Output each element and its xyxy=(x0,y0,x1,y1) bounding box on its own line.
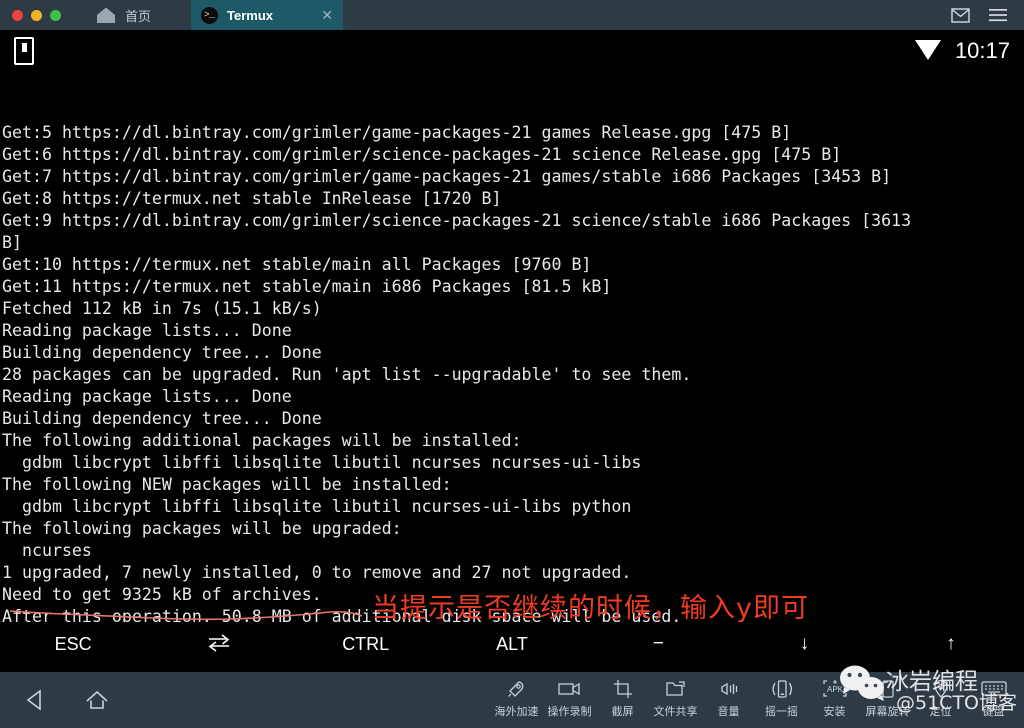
folder-share-icon xyxy=(665,678,687,700)
home-outline-icon[interactable] xyxy=(84,687,110,713)
terminal-line: Get:5 https://dl.bintray.com/grimler/gam… xyxy=(2,123,792,142)
terminal-line: 28 packages can be upgraded. Run 'apt li… xyxy=(2,365,692,384)
terminal-output[interactable]: Get:5 https://dl.bintray.com/grimler/gam… xyxy=(0,74,1024,622)
terminal-line: Get:7 https://dl.bintray.com/grimler/gam… xyxy=(2,167,892,186)
tool-label: 截屏 xyxy=(611,704,634,718)
video-camera-icon xyxy=(557,678,582,700)
tool-label: 键盘 xyxy=(982,704,1005,718)
tab-title: Termux xyxy=(227,7,274,23)
tool-record[interactable]: 操作录制 xyxy=(543,678,596,723)
tool-label: 文件共享 xyxy=(653,704,698,718)
shake-phone-icon xyxy=(770,678,794,700)
bottom-toolbar: 海外加速 操作录制 截屏 文件共享 音量 摇一摇 APK 安装 屏幕旋转 定位 … xyxy=(0,672,1024,728)
android-emulator-window: 首页 >_ Termux ✕ 10:17 Get:5 https://dl.bi… xyxy=(0,0,1024,728)
window-controls xyxy=(950,5,1024,25)
crop-screenshot-icon xyxy=(613,678,633,700)
close-window-button[interactable] xyxy=(12,9,23,21)
svg-text:APK: APK xyxy=(826,685,843,694)
terminal-line: 1 upgraded, 7 newly installed, 0 to remo… xyxy=(2,563,632,582)
tool-label: 操作录制 xyxy=(547,704,592,718)
extra-key-ctrl[interactable]: CTRL xyxy=(293,634,439,655)
tab-termux[interactable]: >_ Termux ✕ xyxy=(191,0,344,30)
terminal-line: Reading package lists... Done xyxy=(2,387,292,406)
mail-icon[interactable] xyxy=(950,5,970,25)
wifi-signal-icon xyxy=(913,36,943,67)
terminal-line: Get:8 https://termux.net stable InReleas… xyxy=(2,189,502,208)
tool-label: 海外加速 xyxy=(494,704,539,718)
tool-label: 摇一摇 xyxy=(765,704,798,718)
android-status-bar: 10:17 xyxy=(0,30,1024,72)
home-tab-label: 首页 xyxy=(125,8,152,24)
terminal-extra-keys-row: ESC CTRL ALT − ↓ ↑ xyxy=(0,622,1024,666)
tool-install-apk[interactable]: APK 安装 xyxy=(808,678,861,723)
extra-key-minus[interactable]: − xyxy=(585,633,731,655)
tool-label: 定位 xyxy=(929,704,952,718)
terminal-line: The following additional packages will b… xyxy=(2,431,522,450)
terminal-line: Reading package lists... Done xyxy=(2,321,292,340)
terminal-line: The following packages will be upgraded: xyxy=(2,519,402,538)
terminal-line: Get:10 https://termux.net stable/main al… xyxy=(2,255,592,274)
tool-screenshot[interactable]: 截屏 xyxy=(596,678,649,723)
termux-icon: >_ xyxy=(201,6,219,24)
speaker-volume-icon xyxy=(718,678,740,700)
minimize-window-button[interactable] xyxy=(31,9,42,21)
tool-label: 屏幕旋转 xyxy=(865,704,910,718)
emulator-tool-group: 海外加速 操作录制 截屏 文件共享 音量 摇一摇 APK 安装 屏幕旋转 定位 … xyxy=(490,678,1024,723)
traffic-lights xyxy=(0,9,61,21)
keyboard-icon xyxy=(980,678,1007,700)
extra-key-arrow-up[interactable]: ↑ xyxy=(878,633,1024,655)
terminal-line: gdbm libcrypt libffi libsqlite libutil n… xyxy=(2,497,632,516)
extra-key-alt[interactable]: ALT xyxy=(439,634,585,655)
apk-install-icon: APK xyxy=(822,678,848,700)
tool-volume[interactable]: 音量 xyxy=(702,678,755,723)
status-bar-right: 10:17 xyxy=(913,36,1010,67)
terminal-line: Building dependency tree... Done xyxy=(2,409,322,428)
android-nav-buttons xyxy=(0,687,110,713)
tool-overseas-accel[interactable]: 海外加速 xyxy=(490,678,543,723)
close-icon[interactable]: ✕ xyxy=(321,8,333,22)
tool-screen-rotate[interactable]: 屏幕旋转 xyxy=(861,678,914,723)
annotation-text: 当提示是否继续的时候，输入y即可 xyxy=(372,593,809,624)
terminal-line: The following NEW packages will be insta… xyxy=(2,475,452,494)
rocket-icon xyxy=(506,678,527,700)
terminal-line: B] xyxy=(2,233,22,252)
tool-label: 音量 xyxy=(717,704,740,718)
home-tab[interactable]: 首页 xyxy=(95,6,151,25)
status-clock: 10:17 xyxy=(954,38,1010,63)
tool-file-share[interactable]: 文件共享 xyxy=(649,678,702,723)
maximize-window-button[interactable] xyxy=(50,9,61,21)
terminal-line: ncurses xyxy=(2,541,92,560)
terminal-line: Get:11 https://termux.net stable/main i6… xyxy=(2,277,612,296)
tool-keyboard[interactable]: 键盘 xyxy=(967,678,1020,723)
terminal-line: gdbm libcrypt libffi libsqlite libutil n… xyxy=(2,453,642,472)
back-triangle-icon[interactable] xyxy=(22,687,48,713)
window-tab-bar: 首页 >_ Termux ✕ xyxy=(0,0,1024,30)
screen-rotate-icon xyxy=(877,678,899,700)
menu-icon[interactable] xyxy=(988,5,1008,25)
tool-shake[interactable]: 摇一摇 xyxy=(755,678,808,723)
terminal-line: Fetched 112 kB in 7s (15.1 kB/s) xyxy=(2,299,322,318)
terminal-line: Get:9 https://dl.bintray.com/grimler/sci… xyxy=(2,211,912,230)
sim-card-icon xyxy=(14,37,34,65)
location-pin-icon xyxy=(932,678,950,700)
extra-key-arrow-down[interactable]: ↓ xyxy=(731,633,877,655)
home-icon xyxy=(95,6,117,24)
extra-key-esc[interactable]: ESC xyxy=(0,634,146,655)
terminal-line: Building dependency tree... Done xyxy=(2,343,322,362)
tool-location[interactable]: 定位 xyxy=(914,678,967,723)
tool-label: 安装 xyxy=(823,704,846,718)
extra-key-tab[interactable] xyxy=(146,633,292,655)
terminal-line: Get:6 https://dl.bintray.com/grimler/sci… xyxy=(2,145,842,164)
